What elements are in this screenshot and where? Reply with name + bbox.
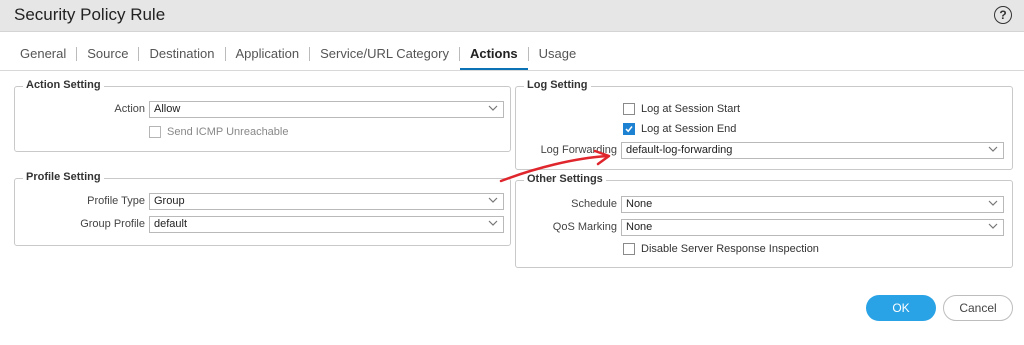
tab-source[interactable]: Source <box>77 47 140 61</box>
log-setting-legend: Log Setting <box>524 79 591 91</box>
log-session-start-label: Log at Session Start <box>641 103 741 115</box>
dialog-title: Security Policy Rule <box>14 5 166 24</box>
action-select[interactable]: Allow <box>149 101 504 118</box>
help-icon[interactable]: ? <box>994 6 1012 24</box>
other-settings-group: Other Settings Schedule None QoS Marking… <box>515 173 1013 268</box>
checkmark-icon <box>625 126 633 133</box>
action-setting-group: Action Setting Action Allow Send ICMP Un… <box>14 79 511 152</box>
dialog-titlebar: Security Policy Rule ? <box>0 0 1024 32</box>
group-profile-value: default <box>154 218 188 230</box>
group-profile-label: Group Profile <box>80 218 145 230</box>
schedule-label: Schedule <box>571 198 617 210</box>
action-setting-legend: Action Setting <box>23 79 104 91</box>
disable-server-response-inspection-label: Disable Server Response Inspection <box>641 243 819 255</box>
action-label: Action <box>114 103 145 115</box>
action-select-value: Allow <box>154 103 181 115</box>
profile-setting-legend: Profile Setting <box>23 171 104 183</box>
profile-type-select[interactable]: Group <box>149 193 504 210</box>
chevron-down-icon <box>988 146 998 152</box>
qos-marking-label: QoS Marking <box>552 221 617 233</box>
log-session-end-checkbox[interactable] <box>623 123 635 135</box>
tab-service-url-category[interactable]: Service/URL Category <box>310 47 460 61</box>
log-forwarding-select[interactable]: default-log-forwarding <box>621 142 1004 159</box>
schedule-value: None <box>626 198 653 210</box>
profile-setting-group: Profile Setting Profile Type Group Group… <box>14 171 511 246</box>
ok-button[interactable]: OK <box>866 295 936 321</box>
chevron-down-icon <box>488 105 498 111</box>
tab-usage[interactable]: Usage <box>529 47 587 61</box>
chevron-down-icon <box>988 223 998 229</box>
send-icmp-label: Send ICMP Unreachable <box>167 126 289 138</box>
qos-marking-select[interactable]: None <box>621 219 1004 236</box>
log-session-end-label: Log at Session End <box>641 123 737 135</box>
schedule-select[interactable]: None <box>621 196 1004 213</box>
send-icmp-checkbox[interactable] <box>149 126 161 138</box>
tab-divider <box>0 70 1024 71</box>
log-forwarding-value: default-log-forwarding <box>626 144 733 156</box>
annotation-arrow <box>499 149 611 183</box>
tab-destination[interactable]: Destination <box>139 47 226 61</box>
qos-marking-value: None <box>626 221 653 233</box>
tab-bar: General Source Destination Application S… <box>10 38 587 71</box>
profile-type-value: Group <box>154 195 185 207</box>
chevron-down-icon <box>488 220 498 226</box>
chevron-down-icon <box>988 200 998 206</box>
chevron-down-icon <box>488 197 498 203</box>
log-session-start-checkbox[interactable] <box>623 103 635 115</box>
tab-actions[interactable]: Actions <box>459 47 529 71</box>
group-profile-select[interactable]: default <box>149 216 504 233</box>
disable-server-response-inspection-checkbox[interactable] <box>623 243 635 255</box>
cancel-button[interactable]: Cancel <box>943 295 1013 321</box>
tab-general[interactable]: General <box>10 47 78 61</box>
tab-application[interactable]: Application <box>226 47 311 61</box>
profile-type-label: Profile Type <box>87 195 145 207</box>
